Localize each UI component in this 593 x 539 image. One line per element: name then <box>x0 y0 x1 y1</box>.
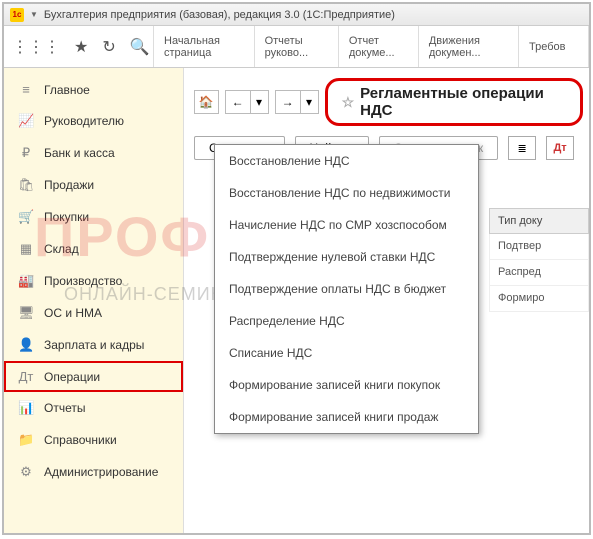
sidebar-item-admin[interactable]: ⚙ Администрирование <box>4 456 183 488</box>
app-logo-icon: 1c <box>10 8 24 22</box>
sidebar: ≡ Главное 📈 Руководителю ₽ Банк и касса 🛍 Пр… <box>4 68 184 533</box>
sidebar-label: Покупки <box>44 210 89 224</box>
tab-home[interactable]: Начальная страница <box>154 26 255 67</box>
forward-button[interactable]: → <box>275 90 301 114</box>
menu-item-sales-book[interactable]: Формирование записей книги продаж <box>215 401 478 433</box>
menu-item-vat-budget-payment[interactable]: Подтверждение оплаты НДС в бюджет <box>215 273 478 305</box>
menu-item-vat-zero-rate[interactable]: Подтверждение нулевой ставки НДС <box>215 241 478 273</box>
sidebar-label: Продажи <box>44 178 94 192</box>
sidebar-label: Зарплата и кадры <box>44 338 144 352</box>
grid-icon: ▦ <box>18 241 34 257</box>
nav-row: 🏠 ← ▾ → ▾ ☆ Регламентные операции НДС <box>194 78 583 126</box>
tab-report-document[interactable]: Отчет докуме... <box>339 26 419 67</box>
table-row[interactable]: Распред <box>489 260 589 286</box>
sidebar-label: Справочники <box>44 433 117 447</box>
sidebar-item-catalogs[interactable]: 📁 Справочники <box>4 424 183 456</box>
tab-reports-manager[interactable]: Отчеты руково... <box>255 26 339 67</box>
apps-grid-icon[interactable]: ⋮⋮⋮ <box>12 37 60 57</box>
home-button[interactable]: 🏠 <box>194 90 219 114</box>
create-dropdown-menu: Восстановление НДС Восстановление НДС по… <box>214 144 479 434</box>
bag-icon: 🛍 <box>18 177 34 193</box>
sidebar-item-sales[interactable]: 🛍 Продажи <box>4 169 183 201</box>
monitor-icon: 🖥 <box>18 305 34 321</box>
folder-icon: 📁 <box>18 432 34 448</box>
menu-item-vat-restore-realestate[interactable]: Восстановление НДС по недвижимости <box>215 177 478 209</box>
main-toolbar: ⋮⋮⋮ ★ ↻ 🔍 Начальная страница Отчеты руко… <box>4 26 589 68</box>
tab-bar: Начальная страница Отчеты руково... Отче… <box>154 26 589 67</box>
tab-requirement[interactable]: Требов <box>519 26 589 67</box>
sidebar-label: Склад <box>44 242 79 256</box>
menu-item-vat-writeoff[interactable]: Списание НДС <box>215 337 478 369</box>
table-header[interactable]: Тип доку <box>489 208 589 234</box>
dtkt-button[interactable]: Дт <box>546 136 574 160</box>
sidebar-label: Банк и касса <box>44 146 115 160</box>
sidebar-item-warehouse[interactable]: ▦ Склад <box>4 233 183 265</box>
sidebar-item-main[interactable]: ≡ Главное <box>4 74 183 105</box>
tab-label: Движения докумен... <box>429 35 508 59</box>
tab-label: Отчеты руково... <box>265 35 328 59</box>
chart-icon: 📈 <box>18 113 34 129</box>
menu-item-purchase-book[interactable]: Формирование записей книги покупок <box>215 369 478 401</box>
table-row[interactable]: Подтвер <box>489 234 589 260</box>
list-settings-button[interactable]: ≣ <box>508 136 536 160</box>
window-title: Бухгалтерия предприятия (базовая), редак… <box>44 9 395 21</box>
gear-icon: ⚙ <box>18 464 34 480</box>
tab-label: Требов <box>529 41 578 53</box>
sidebar-item-production[interactable]: 🏭 Производство <box>4 265 183 297</box>
sidebar-item-bank[interactable]: ₽ Банк и касса <box>4 137 183 169</box>
person-icon: 👤 <box>18 337 34 353</box>
sidebar-label: Руководителю <box>44 114 124 128</box>
toolbar-left: ⋮⋮⋮ ★ ↻ 🔍 <box>4 26 154 67</box>
back-history-button[interactable]: ▾ <box>251 90 269 114</box>
menu-item-vat-smr[interactable]: Начисление НДС по СМР хозспособом <box>215 209 478 241</box>
sidebar-item-operations[interactable]: Дт Операции <box>4 361 183 392</box>
sidebar-label: Администрирование <box>44 465 158 479</box>
sidebar-item-salary[interactable]: 👤 Зарплата и кадры <box>4 329 183 361</box>
sidebar-item-reports[interactable]: 📊 Отчеты <box>4 392 183 424</box>
pin-star-icon[interactable]: ☆ <box>342 94 355 111</box>
back-button[interactable]: ← <box>225 90 251 114</box>
sidebar-item-manager[interactable]: 📈 Руководителю <box>4 105 183 137</box>
titlebar: 1c ▼ Бухгалтерия предприятия (базовая), … <box>4 4 589 26</box>
sidebar-label: Производство <box>44 274 122 288</box>
sidebar-label: ОС и НМА <box>44 306 102 320</box>
app-menu-caret-icon[interactable]: ▼ <box>30 10 38 19</box>
page-title-box: ☆ Регламентные операции НДС <box>325 78 583 126</box>
sidebar-item-assets[interactable]: 🖥 ОС и НМА <box>4 297 183 329</box>
dtkt-icon: Дт <box>18 369 34 384</box>
data-table: Тип доку Подтвер Распред Формиро <box>489 208 589 312</box>
sidebar-item-purchases[interactable]: 🛒 Покупки <box>4 201 183 233</box>
factory-icon: 🏭 <box>18 273 34 289</box>
table-row[interactable]: Формиро <box>489 286 589 312</box>
tab-label: Начальная страница <box>164 35 244 59</box>
menu-item-vat-restore[interactable]: Восстановление НДС <box>215 145 478 177</box>
tab-label: Отчет докуме... <box>349 35 408 59</box>
menu-icon: ≡ <box>18 82 34 97</box>
page-title-text: Регламентные операции НДС <box>360 85 566 119</box>
history-icon[interactable]: ↻ <box>102 37 115 57</box>
sidebar-label: Отчеты <box>44 401 85 415</box>
menu-item-vat-distribution[interactable]: Распределение НДС <box>215 305 478 337</box>
search-icon[interactable]: 🔍 <box>130 37 150 57</box>
cart-icon: 🛒 <box>18 209 34 225</box>
tab-document-movements[interactable]: Движения докумен... <box>419 26 519 67</box>
sidebar-label: Главное <box>44 83 90 97</box>
forward-history-button[interactable]: ▾ <box>301 90 319 114</box>
favorite-star-icon[interactable]: ★ <box>74 37 88 57</box>
barchart-icon: 📊 <box>18 400 34 416</box>
ruble-icon: ₽ <box>18 145 34 161</box>
sidebar-label: Операции <box>44 370 100 384</box>
